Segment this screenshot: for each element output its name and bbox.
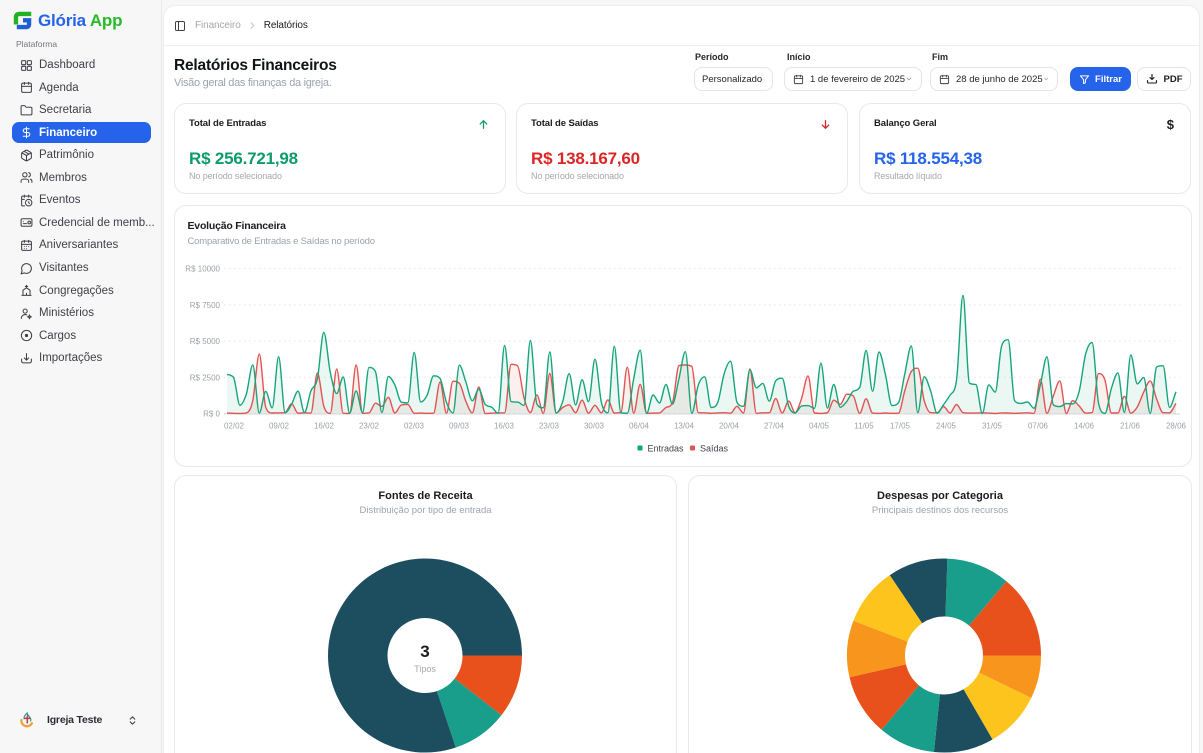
svg-text:13/04: 13/04 — [674, 422, 695, 431]
svg-text:28/06: 28/06 — [1166, 422, 1187, 431]
svg-text:02/03: 02/03 — [404, 422, 425, 431]
svg-text:24/05: 24/05 — [936, 422, 957, 431]
svg-text:3: 3 — [420, 642, 429, 661]
svg-text:17/05: 17/05 — [890, 422, 911, 431]
svg-text:06/04: 06/04 — [629, 422, 650, 431]
svg-text:R$ 7500: R$ 7500 — [190, 301, 221, 310]
svg-text:02/02: 02/02 — [224, 422, 245, 431]
svg-text:07/06: 07/06 — [1028, 422, 1049, 431]
svg-text:14/06: 14/06 — [1074, 422, 1095, 431]
svg-text:Entradas: Entradas — [648, 444, 685, 454]
svg-text:30/03: 30/03 — [584, 422, 605, 431]
svg-text:R$ 10000: R$ 10000 — [185, 265, 220, 274]
svg-text:16/03: 16/03 — [494, 422, 515, 431]
svg-text:R$ 0: R$ 0 — [203, 410, 220, 419]
svg-text:R$ 5000: R$ 5000 — [190, 337, 221, 346]
svg-text:04/05: 04/05 — [809, 422, 830, 431]
svg-text:16/02: 16/02 — [314, 422, 335, 431]
svg-text:09/02: 09/02 — [269, 422, 290, 431]
svg-text:Tipos: Tipos — [414, 664, 436, 674]
svg-text:11/05: 11/05 — [854, 422, 874, 431]
svg-text:31/05: 31/05 — [982, 422, 1003, 431]
svg-text:09/03: 09/03 — [449, 422, 470, 431]
svg-text:21/06: 21/06 — [1120, 422, 1141, 431]
svg-text:R$ 2500: R$ 2500 — [190, 373, 221, 382]
svg-text:23/02: 23/02 — [359, 422, 380, 431]
svg-text:27/04: 27/04 — [764, 422, 785, 431]
svg-text:Saídas: Saídas — [700, 444, 729, 454]
svg-text:23/03: 23/03 — [539, 422, 560, 431]
svg-text:20/04: 20/04 — [719, 422, 740, 431]
